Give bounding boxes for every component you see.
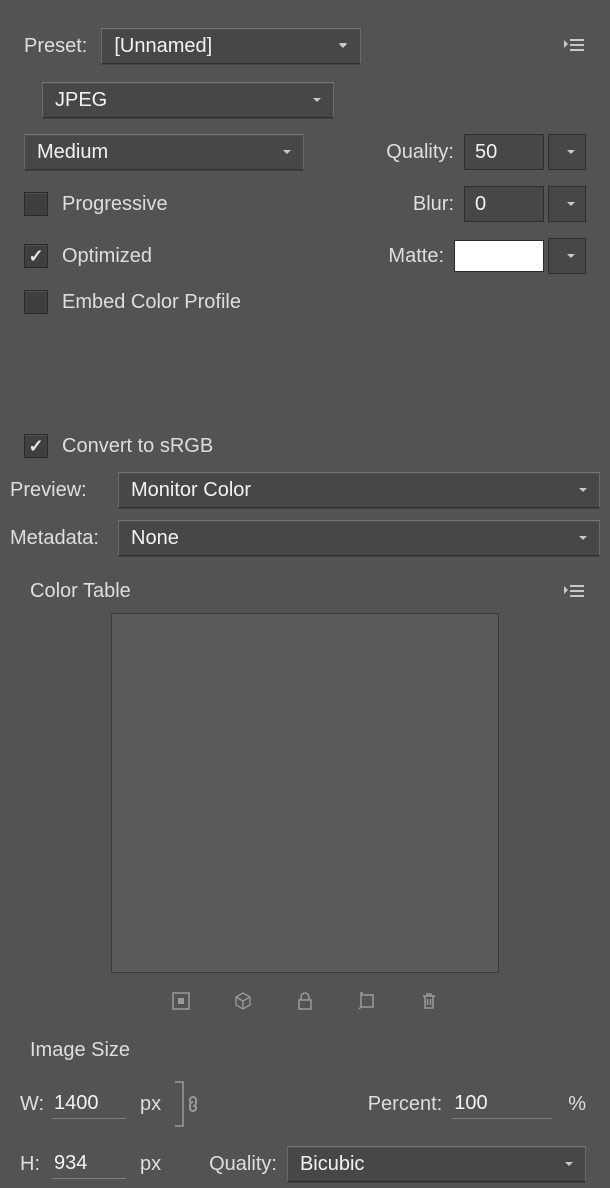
embed-profile-checkbox[interactable] <box>24 290 48 314</box>
quality-stepper[interactable] <box>548 134 586 170</box>
height-input[interactable] <box>52 1149 126 1179</box>
preview-label: Preview: <box>10 479 110 502</box>
matte-swatch[interactable] <box>454 240 544 272</box>
blur-label: Blur: <box>413 193 454 216</box>
metadata-dropdown[interactable]: None <box>118 520 600 556</box>
snap-to-web-icon[interactable] <box>167 987 195 1015</box>
blur-input[interactable]: 0 <box>464 186 544 222</box>
colortable-label: Color Table <box>30 580 131 603</box>
constrain-proportions-toggle[interactable] <box>171 1076 203 1132</box>
chevron-down-icon <box>565 198 577 210</box>
format-value: JPEG <box>55 89 107 112</box>
progressive-label: Progressive <box>62 193 168 216</box>
percent-unit: % <box>568 1093 586 1116</box>
matte-label: Matte: <box>388 245 444 268</box>
preview-dropdown[interactable]: Monitor Color <box>118 472 600 508</box>
metadata-value: None <box>131 527 179 550</box>
chevron-down-icon <box>577 532 589 544</box>
chevron-down-icon <box>577 484 589 496</box>
percent-label: Percent: <box>368 1093 442 1116</box>
embed-profile-label: Embed Color Profile <box>62 291 241 314</box>
chevron-down-icon <box>281 146 293 158</box>
percent-input[interactable] <box>452 1089 552 1119</box>
chevron-down-icon <box>563 1158 575 1170</box>
progressive-checkbox[interactable] <box>24 192 48 216</box>
chevron-down-icon <box>565 146 577 158</box>
chevron-down-icon <box>311 94 323 106</box>
matte-dropdown[interactable] <box>548 238 586 274</box>
blur-stepper[interactable] <box>548 186 586 222</box>
chevron-down-icon <box>336 39 350 53</box>
h-unit: px <box>140 1153 161 1176</box>
chevron-down-icon <box>565 250 577 262</box>
resample-quality-dropdown[interactable]: Bicubic <box>287 1146 586 1182</box>
quality-input[interactable]: 50 <box>464 134 544 170</box>
quality-preset-value: Medium <box>37 141 108 164</box>
metadata-label: Metadata: <box>10 527 110 550</box>
trash-icon[interactable] <box>415 987 443 1015</box>
color-table-grid[interactable] <box>111 613 499 973</box>
quality-value: 50 <box>475 141 497 164</box>
preset-dropdown[interactable]: [Unnamed] <box>101 28 361 64</box>
optimized-label: Optimized <box>62 245 152 268</box>
resample-quality-label: Quality: <box>209 1153 277 1176</box>
h-label: H: <box>20 1153 52 1176</box>
width-input[interactable] <box>52 1089 126 1119</box>
optimized-checkbox[interactable] <box>24 244 48 268</box>
blur-value: 0 <box>475 193 486 216</box>
convert-srgb-label: Convert to sRGB <box>62 435 213 458</box>
preset-value: [Unnamed] <box>114 35 212 58</box>
w-label: W: <box>20 1093 52 1116</box>
panel-menu-icon[interactable] <box>562 37 586 55</box>
lock-icon[interactable] <box>291 987 319 1015</box>
quality-preset-dropdown[interactable]: Medium <box>24 134 304 170</box>
image-size-title: Image Size <box>30 1039 130 1061</box>
colortable-menu-icon[interactable] <box>562 583 586 601</box>
new-swatch-icon[interactable] <box>353 987 381 1015</box>
w-unit: px <box>140 1093 161 1116</box>
resample-quality-value: Bicubic <box>300 1153 364 1176</box>
quality-label: Quality: <box>386 141 454 164</box>
convert-srgb-checkbox[interactable] <box>24 434 48 458</box>
preset-label: Preset: <box>24 35 87 58</box>
format-dropdown[interactable]: JPEG <box>42 82 334 118</box>
preview-value: Monitor Color <box>131 479 251 502</box>
cube-icon[interactable] <box>229 987 257 1015</box>
